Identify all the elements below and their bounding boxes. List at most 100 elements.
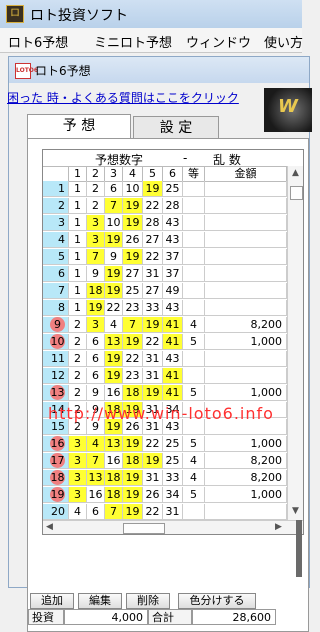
number-cell: 31 (143, 266, 163, 282)
amount-cell: 1,000 (205, 487, 287, 503)
number-cell: 25 (163, 181, 183, 197)
scroll-up-icon[interactable]: ▲ (292, 168, 299, 178)
number-cell: 2 (69, 385, 87, 401)
table-row[interactable]: 1 1 2 6 10 19 25 (43, 181, 303, 198)
row-number: 1 (43, 181, 69, 197)
invest-value: 4,000 (64, 609, 148, 625)
rank-cell (183, 504, 205, 520)
number-cell: 16 (87, 487, 105, 503)
table-row[interactable]: 11 2 6 19 22 31 43 (43, 351, 303, 368)
row-number: 11 (43, 351, 69, 367)
table-row[interactable]: 9 2 3 4 7 19 41 4 8,200 (43, 317, 303, 334)
number-cell: 2 (69, 351, 87, 367)
number-cell: 27 (143, 283, 163, 299)
number-cell: 3 (69, 436, 87, 452)
table-row[interactable]: 3 1 3 10 19 28 43 (43, 215, 303, 232)
amount-cell (205, 266, 287, 282)
menu-loto6[interactable]: ロト6予想 (8, 32, 68, 51)
hscroll-thumb[interactable] (123, 523, 165, 534)
table-row[interactable]: 16 3 4 13 19 22 25 5 1,000 (43, 436, 303, 453)
watermark-url: http://www.win-loto6.info (48, 404, 274, 423)
delete-button[interactable]: 削除 (126, 593, 170, 609)
table-row[interactable]: 2 1 2 7 19 22 28 (43, 198, 303, 215)
rank-cell: 4 (183, 317, 205, 333)
scroll-right-icon[interactable]: ▶ (275, 522, 282, 532)
prediction-grid[interactable]: 予想数字 - 乱 数 1 2 3 4 5 6 等金額 1 1 2 6 10 19 25 2 1 2 7 19 22 2… (42, 149, 304, 535)
number-cell: 3 (69, 453, 87, 469)
menu-window[interactable]: ウィンドウ (186, 32, 251, 51)
grid-vertical-scrollbar[interactable]: ▲ ▼ (287, 166, 303, 520)
vscroll-thumb[interactable] (290, 186, 303, 200)
row-number: 2 (43, 198, 69, 214)
tab-settings[interactable]: 設 定 (133, 116, 219, 140)
number-cell: 19 (105, 368, 123, 384)
number-cell: 3 (87, 317, 105, 333)
table-row[interactable]: 19 3 16 18 19 26 34 5 1,000 (43, 487, 303, 504)
rank-cell (183, 232, 205, 248)
rank-cell (183, 266, 205, 282)
winning-row-marker: 18 (50, 470, 65, 485)
color-code-button[interactable]: 色分けする (178, 593, 256, 609)
banner-image[interactable]: W (264, 88, 312, 132)
number-cell: 19 (123, 334, 143, 350)
number-cell: 43 (163, 351, 183, 367)
number-cell: 23 (123, 368, 143, 384)
table-row[interactable]: 7 1 18 19 25 27 49 (43, 283, 303, 300)
table-row[interactable]: 18 3 13 18 19 31 33 4 8,200 (43, 470, 303, 487)
number-cell: 22 (123, 351, 143, 367)
number-cell: 27 (123, 266, 143, 282)
number-cell: 31 (143, 368, 163, 384)
table-row[interactable]: 10 2 6 13 19 22 41 5 1,000 (43, 334, 303, 351)
scroll-down-icon[interactable]: ▼ (292, 506, 299, 516)
number-cell: 18 (123, 453, 143, 469)
number-cell: 7 (105, 504, 123, 520)
amount-cell (205, 249, 287, 265)
grid-horizontal-scrollbar[interactable]: ◀ ▶ (43, 520, 303, 534)
add-button[interactable]: 追加 (30, 593, 74, 609)
number-cell: 1 (69, 283, 87, 299)
table-row[interactable]: 8 1 19 22 23 33 43 (43, 300, 303, 317)
amount-cell (205, 368, 287, 384)
number-cell: 1 (69, 198, 87, 214)
menu-help[interactable]: 使い方 (264, 32, 303, 51)
number-cell: 19 (143, 453, 163, 469)
rank-cell (183, 351, 205, 367)
number-cell: 27 (143, 232, 163, 248)
app-logo-icon: ロ (6, 5, 24, 23)
number-cell: 43 (163, 232, 183, 248)
number-cell: 25 (123, 283, 143, 299)
number-cell: 22 (143, 504, 163, 520)
row-number: 12 (43, 368, 69, 384)
number-cell: 6 (105, 181, 123, 197)
number-cell: 3 (87, 232, 105, 248)
table-row[interactable]: 13 2 9 16 18 19 41 5 1,000 (43, 385, 303, 402)
menubar: ロト6予想 ミニロト予想 ウィンドウ 使い方 (0, 28, 303, 53)
table-row[interactable]: 20 4 6 7 19 22 31 (43, 504, 303, 521)
table-row[interactable]: 5 1 7 9 19 22 37 (43, 249, 303, 266)
number-cell: 22 (143, 198, 163, 214)
help-link[interactable]: 困った 時・よくある質問はここをクリック (7, 89, 239, 106)
rank-cell (183, 215, 205, 231)
number-cell: 22 (143, 334, 163, 350)
number-cell: 43 (163, 300, 183, 316)
number-cell: 7 (123, 317, 143, 333)
number-cell: 33 (143, 300, 163, 316)
table-row[interactable]: 12 2 6 19 23 31 41 (43, 368, 303, 385)
number-cell: 7 (105, 198, 123, 214)
column-header: 5 (143, 166, 163, 182)
edit-button[interactable]: 編集 (78, 593, 122, 609)
amount-cell (205, 198, 287, 214)
number-cell: 28 (163, 198, 183, 214)
number-cell: 6 (87, 334, 105, 350)
number-cell: 19 (143, 317, 163, 333)
number-cell: 41 (163, 385, 183, 401)
menu-miniloto[interactable]: ミニロト予想 (94, 32, 172, 51)
grid-header: 予想数字 - 乱 数 (43, 150, 303, 167)
scroll-left-icon[interactable]: ◀ (46, 522, 53, 532)
tab-prediction[interactable]: 予 想 (27, 114, 131, 139)
table-row[interactable]: 17 3 7 16 18 19 25 4 8,200 (43, 453, 303, 470)
table-row[interactable]: 6 1 9 19 27 31 37 (43, 266, 303, 283)
row-number: 6 (43, 266, 69, 282)
amount-cell (205, 351, 287, 367)
table-row[interactable]: 4 1 3 19 26 27 43 (43, 232, 303, 249)
